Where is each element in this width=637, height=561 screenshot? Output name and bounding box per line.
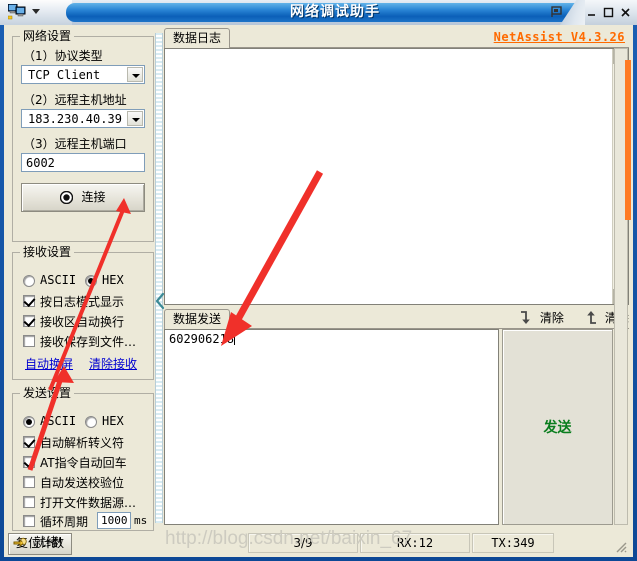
- network-settings-title: 网络设置: [20, 29, 75, 43]
- remote-host-value: 183.230.40.39: [28, 112, 122, 126]
- send-at-newline-checkbox[interactable]: [23, 456, 35, 468]
- status-tx-panel: TX:349: [472, 533, 554, 553]
- status-fraction-panel: 3/9: [248, 533, 358, 553]
- receive-log-mode-label: 按日志模式显示: [40, 295, 125, 309]
- connect-button[interactable]: 连接: [21, 183, 145, 212]
- text-caret: [234, 333, 236, 345]
- remote-port-label: （3）远程主机端口: [23, 137, 127, 151]
- left-settings-panel: 网络设置 （1）协议类型 TCP Client （2）远程主机地址 183.23…: [8, 28, 154, 550]
- resize-grip-icon[interactable]: [614, 540, 628, 554]
- chevron-down-icon[interactable]: [32, 9, 40, 14]
- send-ascii-radio[interactable]: [23, 416, 35, 428]
- clear-receive-button-label: 清除: [539, 311, 564, 325]
- receive-hex-radio[interactable]: [85, 275, 97, 287]
- clear-receive-button[interactable]: 清除: [519, 309, 564, 327]
- send-hex-label: HEX: [102, 414, 124, 428]
- network-computers-icon[interactable]: [7, 3, 26, 20]
- send-hex-radio[interactable]: [85, 416, 97, 428]
- send-loop-period-unit: ms: [134, 514, 148, 527]
- remote-host-combo[interactable]: 183.230.40.39: [21, 109, 145, 128]
- network-settings-group: 网络设置 （1）协议类型 TCP Client （2）远程主机地址 183.23…: [12, 29, 154, 242]
- send-ascii-label: ASCII: [40, 414, 77, 428]
- receive-settings-title: 接收设置: [20, 245, 75, 259]
- connect-indicator-icon: [60, 191, 74, 204]
- version-label: NetAssist V4.3.26: [493, 30, 625, 44]
- send-open-file-source-checkbox[interactable]: [23, 496, 35, 508]
- send-at-newline-label: AT指令自动回车: [40, 456, 127, 470]
- minimize-button[interactable]: [585, 6, 598, 19]
- remote-host-label: （2）远程主机地址: [23, 93, 127, 107]
- send-checksum-label: 自动发送校验位: [40, 476, 125, 490]
- receive-data-text: [168, 51, 609, 302]
- receive-ascii-radio[interactable]: [23, 275, 35, 287]
- protocol-type-label: （1）协议类型: [23, 49, 103, 63]
- arrow-down-clear-icon: [519, 310, 533, 325]
- protocol-type-value: TCP Client: [28, 68, 101, 82]
- send-data-text-wrapper: 602906218: [169, 332, 236, 346]
- chevron-down-icon[interactable]: [127, 67, 143, 82]
- send-loop-period-checkbox[interactable]: [23, 515, 35, 527]
- send-open-file-source-label: 打开文件数据源…: [40, 496, 137, 510]
- clear-receive-link[interactable]: 清除接收: [89, 355, 137, 372]
- auto-clear-screen-link[interactable]: 自动换屏: [25, 355, 73, 372]
- receive-autowrap-label: 接收区自动换行: [40, 315, 125, 329]
- receive-autowrap-checkbox[interactable]: [23, 315, 35, 327]
- tab-data-log[interactable]: 数据日志: [164, 28, 231, 48]
- status-rx-panel: RX:12: [360, 533, 470, 553]
- status-ready-panel: 就绪!: [8, 533, 246, 553]
- right-data-panel: 数据日志 NetAssist V4.3.26 数据发送 清除 602906218…: [164, 28, 629, 528]
- send-checksum-checkbox[interactable]: [23, 476, 35, 488]
- send-parse-escape-checkbox[interactable]: [23, 436, 35, 448]
- app-root: 网络调试助手 网络设置 （1）协议类型 TCP Client （2）远程主机地址…: [0, 0, 637, 561]
- send-loop-period-label: 循环周期: [40, 515, 89, 529]
- window-frame: 网络调试助手 网络设置 （1）协议类型 TCP Client （2）远程主机地址…: [0, 0, 637, 561]
- receive-ascii-label: ASCII: [40, 273, 77, 287]
- receive-save-file-checkbox[interactable]: [23, 335, 35, 347]
- status-bar: 就绪! 3/9 RX:12 TX:349 复位计数: [8, 533, 629, 555]
- send-button-label: 发送: [543, 420, 572, 436]
- send-loop-period-value: 1000: [101, 514, 128, 527]
- send-data-textarea[interactable]: 602906218: [164, 329, 499, 525]
- panel-splitter[interactable]: [155, 33, 163, 523]
- remote-port-input[interactable]: 6002: [21, 153, 145, 172]
- send-data-text: 602906218: [169, 332, 235, 346]
- send-button[interactable]: 发送: [502, 329, 613, 525]
- protocol-type-combo[interactable]: TCP Client: [21, 65, 145, 84]
- receive-save-file-label: 接收保存到文件…: [40, 335, 137, 349]
- pin-icon[interactable]: [550, 5, 565, 19]
- pointing-hand-icon: [12, 536, 30, 550]
- title-bar: 网络调试助手: [0, 0, 637, 25]
- client-area: 网络设置 （1）协议类型 TCP Client （2）远程主机地址 183.23…: [4, 25, 633, 557]
- receive-data-textarea[interactable]: [164, 48, 629, 305]
- status-ready-text: 就绪!: [34, 535, 63, 549]
- receive-hex-label: HEX: [102, 273, 124, 287]
- log-tab-strip: 数据日志 NetAssist V4.3.26: [164, 28, 629, 48]
- remote-port-value: 6002: [26, 156, 55, 170]
- send-parse-escape-label: 自动解析转义符: [40, 436, 125, 450]
- docked-orange-strip[interactable]: [625, 60, 631, 220]
- chevron-down-icon[interactable]: [127, 111, 143, 126]
- arrow-up-clear-icon: [584, 310, 598, 325]
- send-settings-title: 发送设置: [20, 386, 75, 400]
- tab-data-send[interactable]: 数据发送: [164, 309, 231, 329]
- window-title: 网络调试助手: [290, 4, 380, 20]
- close-button[interactable]: [619, 6, 632, 19]
- maximize-button[interactable]: [602, 6, 615, 19]
- receive-log-mode-checkbox[interactable]: [23, 295, 35, 307]
- send-settings-group: 发送设置 ASCII HEX 自动解析转义符 AT指令自动回车 自动发送校验位 …: [12, 386, 154, 550]
- send-loop-period-input[interactable]: 1000: [97, 512, 131, 529]
- connect-button-label: 连接: [81, 190, 106, 204]
- receive-settings-group: 接收设置 ASCII HEX 按日志模式显示 接收区自动换行 接收保存到文件… …: [12, 245, 154, 380]
